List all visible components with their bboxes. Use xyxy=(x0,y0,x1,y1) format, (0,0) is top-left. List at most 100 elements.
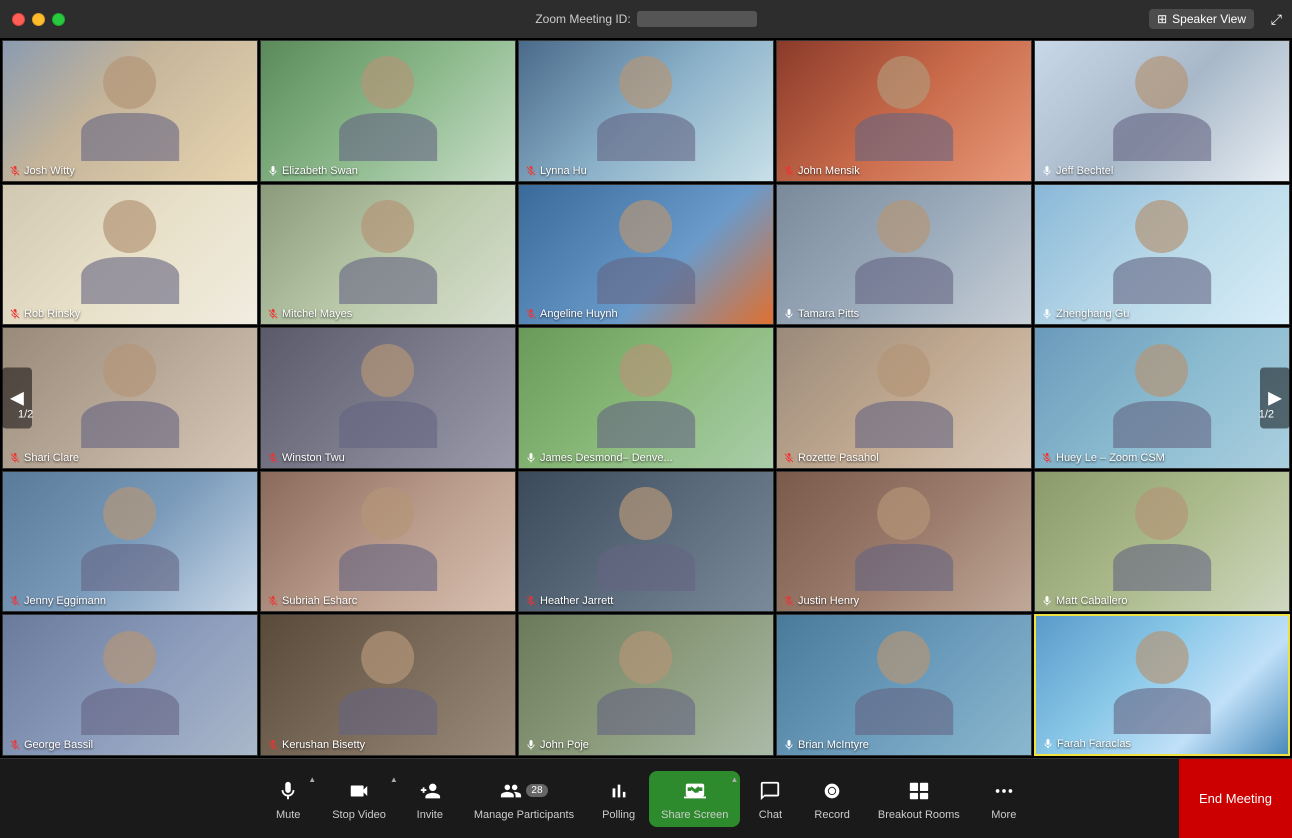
more-button[interactable]: More xyxy=(974,771,1034,827)
manage-participants-button[interactable]: 28 Manage Participants xyxy=(460,771,588,827)
toolbar-items: ▲ Mute ▲ Stop Video xyxy=(0,771,1292,827)
person-silhouette xyxy=(834,487,974,592)
participant-name-text: John Mensik xyxy=(798,165,860,177)
video-cell[interactable]: Zhenghang Gu xyxy=(1034,184,1290,326)
participant-name-text: Zhenghang Gu xyxy=(1056,308,1129,320)
video-cell[interactable]: James Desmond– Denve... xyxy=(518,327,774,469)
meeting-id-label: Zoom Meeting ID: xyxy=(535,12,630,26)
chat-button[interactable]: Chat xyxy=(740,771,800,827)
participants-icon: 28 xyxy=(500,777,547,805)
mic-status-icon xyxy=(267,165,279,177)
invite-button[interactable]: Invite xyxy=(400,771,460,827)
share-screen-button[interactable]: ▲ Share Screen xyxy=(649,771,740,827)
video-cell[interactable]: John Poje xyxy=(518,614,774,756)
mute-label: Mute xyxy=(276,809,300,821)
maximize-button[interactable] xyxy=(52,13,65,26)
record-label: Record xyxy=(814,809,849,821)
video-cell[interactable]: Angeline Huynh xyxy=(518,184,774,326)
video-grid: Josh Witty Elizabeth Swan Lynna Hu John Men… xyxy=(0,38,1292,758)
manage-participants-label: Manage Participants xyxy=(474,809,574,821)
video-cell[interactable]: Matt Caballero xyxy=(1034,471,1290,613)
mic-status-icon xyxy=(9,595,21,607)
participant-name-label: Shari Clare xyxy=(9,452,79,464)
participant-name-text: Rozette Pasahol xyxy=(798,452,879,464)
video-cell[interactable]: George Bassil xyxy=(2,614,258,756)
video-cell[interactable]: Mitchel Mayes xyxy=(260,184,516,326)
breakout-rooms-label: Breakout Rooms xyxy=(878,809,960,821)
video-cell[interactable]: Justin Henry xyxy=(776,471,1032,613)
participant-name-text: Huey Le – Zoom CSM xyxy=(1056,452,1165,464)
record-button[interactable]: Record xyxy=(800,771,863,827)
mic-status-icon xyxy=(9,165,21,177)
participant-name-text: Elizabeth Swan xyxy=(282,165,358,177)
person-silhouette xyxy=(834,343,974,448)
video-cell[interactable]: Kerushan Bisetty xyxy=(260,614,516,756)
participant-name-text: Farah Faraclas xyxy=(1057,738,1131,750)
person-silhouette xyxy=(318,630,458,735)
video-cell[interactable]: Farah Faraclas xyxy=(1034,614,1290,756)
video-cell[interactable]: Rozette Pasahol xyxy=(776,327,1032,469)
participant-name-text: George Bassil xyxy=(24,739,93,751)
fullscreen-button[interactable]: ⤢ xyxy=(1271,11,1282,28)
video-cell[interactable]: Jenny Eggimann xyxy=(2,471,258,613)
video-cell[interactable]: Lynna Hu xyxy=(518,40,774,182)
mic-status-icon xyxy=(783,452,795,464)
mic-status-icon xyxy=(525,165,537,177)
video-cell[interactable]: Tamara Pitts xyxy=(776,184,1032,326)
titlebar: Zoom Meeting ID: ⊞ Speaker View ⤢ xyxy=(0,0,1292,38)
nav-next-button[interactable]: ▶ 1/2 xyxy=(1260,368,1290,429)
mic-status-icon xyxy=(1041,452,1053,464)
participant-name-text: Jenny Eggimann xyxy=(24,595,106,607)
participant-name-label: Huey Le – Zoom CSM xyxy=(1041,452,1165,464)
person-silhouette xyxy=(834,56,974,161)
polling-button[interactable]: Polling xyxy=(588,771,649,827)
participant-name-label: Winston Twu xyxy=(267,452,345,464)
person-silhouette xyxy=(60,343,200,448)
record-circle-icon xyxy=(821,780,843,802)
video-cell[interactable]: John Mensik xyxy=(776,40,1032,182)
participant-name-label: Matt Caballero xyxy=(1041,595,1128,607)
person-silhouette xyxy=(576,56,716,161)
mute-icon xyxy=(277,777,299,805)
speech-bubble-icon xyxy=(759,780,781,802)
grid-icon: ⊞ xyxy=(1157,12,1167,26)
mic-status-icon xyxy=(9,452,21,464)
video-cell[interactable]: Elizabeth Swan xyxy=(260,40,516,182)
speaker-view-button[interactable]: ⊞ Speaker View xyxy=(1149,9,1254,29)
person-silhouette xyxy=(1092,487,1232,592)
dots-icon xyxy=(993,780,1015,802)
person-add-icon xyxy=(419,780,441,802)
person-silhouette xyxy=(1092,200,1232,305)
invite-icon xyxy=(419,777,441,805)
toolbar: ▲ Mute ▲ Stop Video xyxy=(0,758,1292,838)
stop-video-button[interactable]: ▲ Stop Video xyxy=(318,771,400,827)
participant-name-text: Tamara Pitts xyxy=(798,308,859,320)
participant-name-text: Mitchel Mayes xyxy=(282,308,352,320)
video-cell[interactable]: Josh Witty xyxy=(2,40,258,182)
camera-icon xyxy=(348,780,370,802)
microphone-icon xyxy=(277,780,299,802)
video-cell[interactable]: Huey Le – Zoom CSM xyxy=(1034,327,1290,469)
person-silhouette xyxy=(318,343,458,448)
end-meeting-button[interactable]: End Meeting xyxy=(1179,759,1292,838)
breakout-rooms-button[interactable]: Breakout Rooms xyxy=(864,771,974,827)
participant-name-text: Rob Rinsky xyxy=(24,308,80,320)
participant-name-label: Lynna Hu xyxy=(525,165,587,177)
mic-status-icon xyxy=(525,452,537,464)
person-silhouette xyxy=(834,200,974,305)
video-cell[interactable]: Brian McIntyre xyxy=(776,614,1032,756)
close-button[interactable] xyxy=(12,13,25,26)
minimize-button[interactable] xyxy=(32,13,45,26)
mic-status-icon xyxy=(783,595,795,607)
video-cell[interactable]: Subriah Esharc xyxy=(260,471,516,613)
video-cell[interactable]: Jeff Bechtel xyxy=(1034,40,1290,182)
share-screen-label: Share Screen xyxy=(661,809,728,821)
video-cell[interactable]: Rob Rinsky xyxy=(2,184,258,326)
video-cell[interactable]: Shari Clare xyxy=(2,327,258,469)
video-cell[interactable]: Heather Jarrett xyxy=(518,471,774,613)
participant-name-text: John Poje xyxy=(540,739,589,751)
video-cell[interactable]: Winston Twu xyxy=(260,327,516,469)
nav-prev-button[interactable]: ◀ 1/2 xyxy=(2,368,32,429)
rooms-icon xyxy=(908,780,930,802)
mute-button[interactable]: ▲ Mute xyxy=(258,771,318,827)
